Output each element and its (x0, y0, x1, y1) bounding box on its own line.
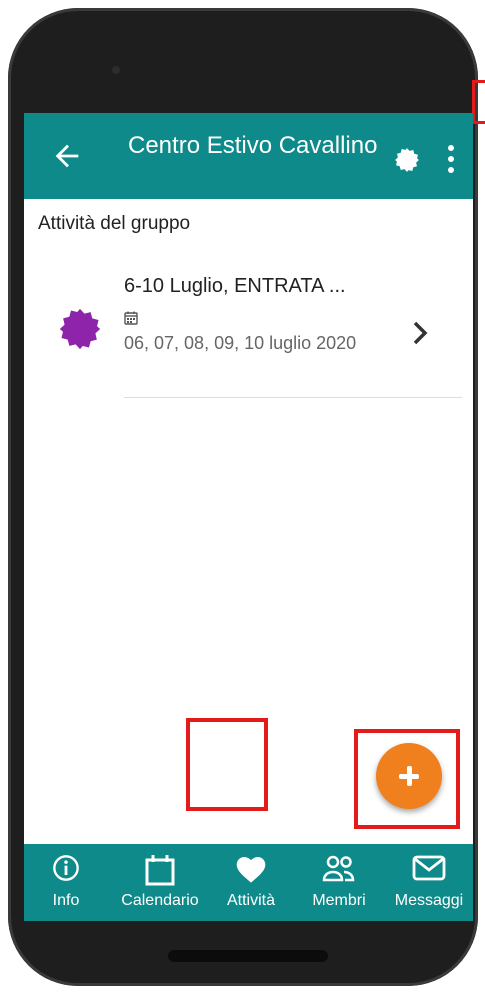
nav-label-info: Info (52, 892, 80, 909)
nav-item-attivita[interactable]: Attività (216, 844, 286, 921)
info-icon (53, 855, 79, 881)
divider (124, 397, 462, 398)
people-icon (322, 855, 355, 882)
calendar-small-icon (124, 311, 138, 325)
heart-icon (236, 857, 266, 883)
back-arrow-icon[interactable] (50, 139, 84, 173)
nav-label-messaggi: Messaggi (394, 892, 464, 909)
nav-item-messaggi[interactable]: Messaggi (388, 844, 470, 921)
page-title: Centro Estivo Cavallino (128, 132, 378, 159)
app-bar: Centro Estivo Cavallino (24, 113, 473, 199)
activity-dates: 06, 07, 08, 09, 10 luglio 2020 (124, 333, 357, 353)
nav-label-calendario: Calendario (121, 892, 199, 909)
bottom-navigation: Info Calendario Attività Membri Messaggi (24, 844, 473, 921)
badge-icon[interactable] (394, 147, 420, 173)
nav-label-attivita: Attività (226, 892, 275, 909)
speaker-grille (168, 950, 328, 962)
purple-badge-icon (59, 308, 101, 350)
camera-dot (112, 66, 120, 74)
highlight-box-side (472, 80, 485, 124)
nav-item-membri[interactable]: Membri (304, 844, 374, 921)
section-title: Attività del gruppo (38, 213, 191, 234)
more-vert-icon[interactable] (444, 145, 458, 177)
activity-title: 6-10 Luglio, ENTRATA ... (124, 275, 346, 297)
chevron-right-icon (413, 321, 428, 345)
calendar-icon (145, 855, 175, 886)
nav-item-calendario[interactable]: Calendario (112, 844, 208, 921)
nav-label-membri: Membri (312, 892, 366, 909)
activity-list-item[interactable]: 6-10 Luglio, ENTRATA ... 06, 07, 08, 09,… (24, 253, 473, 403)
nav-item-info[interactable]: Info (36, 844, 96, 921)
mail-icon (412, 855, 446, 881)
add-activity-button[interactable] (376, 743, 442, 809)
highlight-box-nav (186, 718, 268, 811)
